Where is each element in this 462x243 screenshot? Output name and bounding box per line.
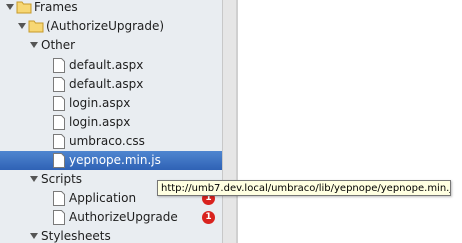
file-label: Application [69, 191, 137, 205]
file-tree: Frames (AuthorizeUpgrade) Other default.… [0, 0, 222, 243]
expand-arrow-icon[interactable] [6, 4, 14, 10]
file-icon [53, 191, 65, 209]
tree-file-item[interactable]: login.aspx [0, 94, 222, 113]
file-icon [53, 153, 65, 171]
tree-node-label: (AuthorizeUpgrade) [46, 19, 165, 33]
file-icon [53, 58, 65, 76]
expand-arrow-icon[interactable] [30, 176, 38, 182]
file-icon [53, 115, 65, 133]
file-label: umbraco.css [69, 134, 145, 148]
file-icon [53, 210, 65, 228]
tree-file-item[interactable]: default.aspx [0, 56, 222, 75]
folder-icon [28, 19, 44, 36]
file-label: default.aspx [69, 58, 144, 72]
file-icon [53, 134, 65, 152]
url-tooltip: http://umb7.dev.local/umbraco/lib/yepnop… [157, 180, 451, 196]
tree-node-frames[interactable]: Frames [0, 0, 222, 17]
tree-node-label: Other [41, 38, 76, 52]
pane-divider[interactable] [236, 0, 238, 243]
file-icon [53, 77, 65, 95]
tree-scrollbar[interactable] [222, 0, 236, 243]
tree-file-item[interactable]: umbraco.css [0, 132, 222, 151]
file-icon [53, 96, 65, 114]
expand-arrow-icon[interactable] [30, 42, 38, 48]
file-label: default.aspx [69, 77, 144, 91]
tree-file-item[interactable]: login.aspx [0, 113, 222, 132]
tree-node-label: Stylesheets [41, 229, 111, 243]
tree-node-stylesheets[interactable]: Stylesheets [0, 227, 222, 243]
file-label: login.aspx [69, 115, 131, 129]
tree-file-item[interactable]: default.aspx [0, 75, 222, 94]
expand-arrow-icon[interactable] [30, 233, 38, 239]
tree-script-item[interactable]: AuthorizeUpgrade 1 [0, 208, 222, 227]
error-count-badge: 1 [202, 211, 215, 224]
tree-node-authorize-upgrade[interactable]: (AuthorizeUpgrade) [0, 17, 222, 36]
tree-node-other[interactable]: Other [0, 36, 222, 55]
tree-node-label: Frames [34, 0, 78, 14]
tree-file-item-selected[interactable]: yepnope.min.js [0, 151, 222, 170]
expand-arrow-icon[interactable] [18, 23, 26, 29]
file-label: AuthorizeUpgrade [69, 210, 178, 224]
file-label: yepnope.min.js [69, 153, 161, 167]
tree-node-label: Scripts [41, 172, 83, 186]
file-label: login.aspx [69, 96, 131, 110]
folder-icon [16, 0, 32, 17]
